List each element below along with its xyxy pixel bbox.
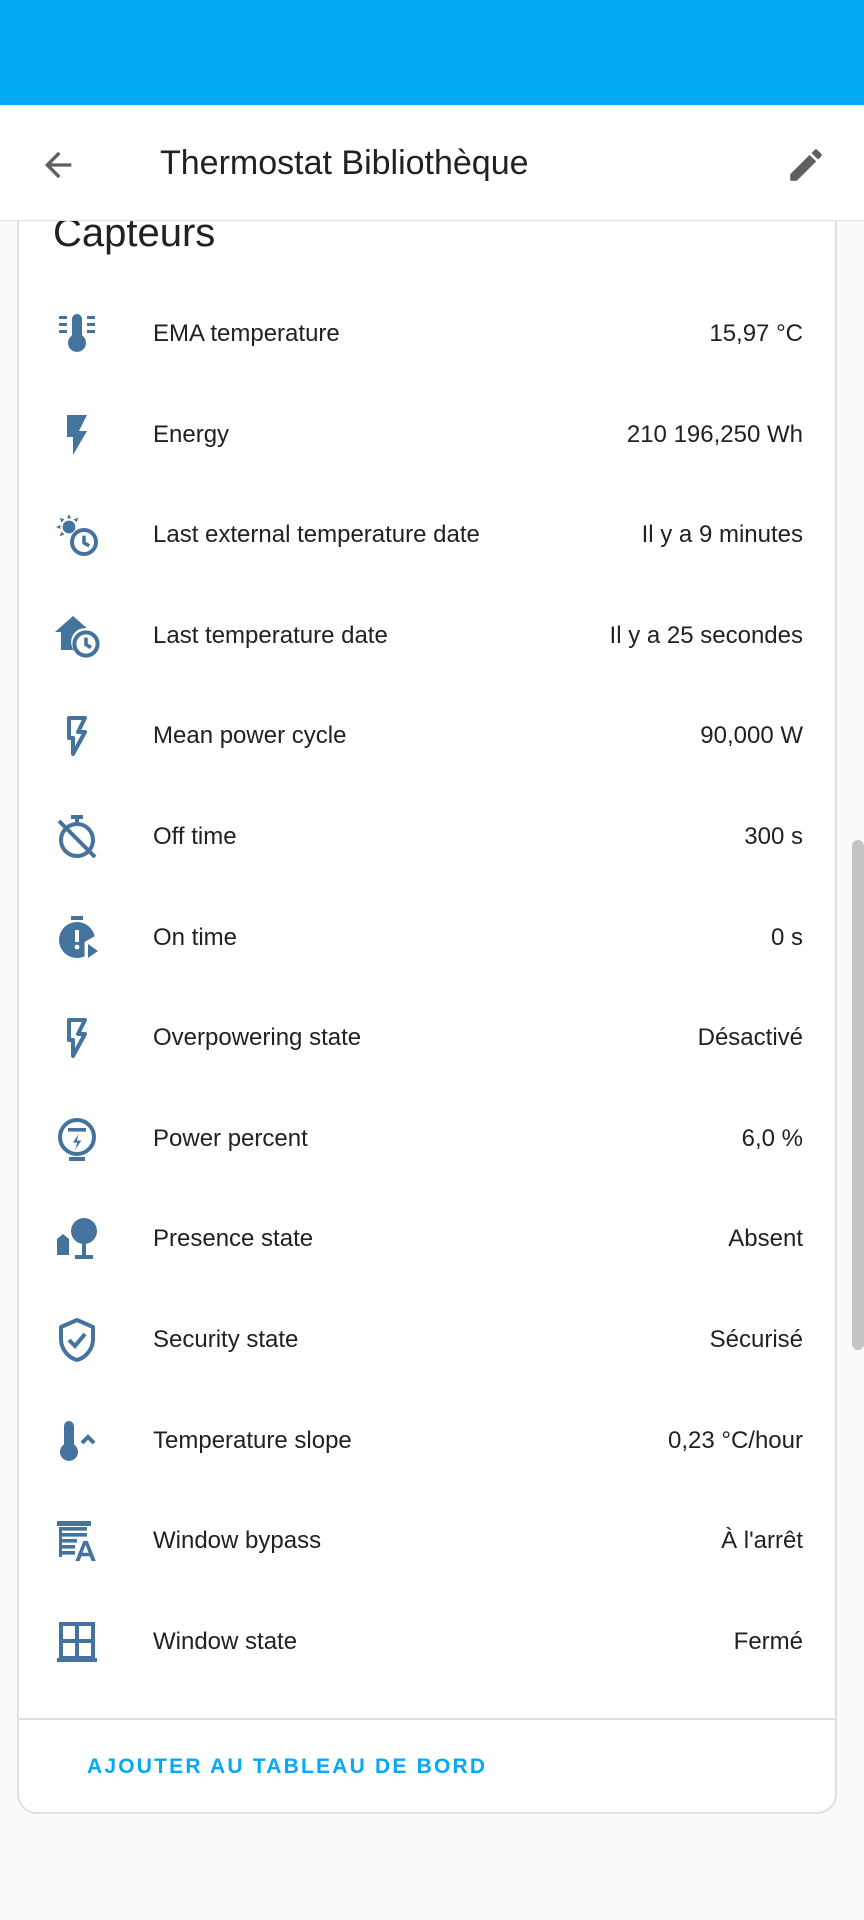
- sensor-row-window-bypass[interactable]: Window bypass À l'arrêt: [19, 1491, 835, 1592]
- thermometer-chevron-up-icon: [53, 1417, 101, 1465]
- home-tree-icon: [53, 1215, 101, 1263]
- timer-play-icon: [53, 914, 101, 962]
- sensor-row-mean-power-cycle[interactable]: Mean power cycle 90,000 W: [19, 686, 835, 787]
- sensor-label: Mean power cycle: [153, 722, 347, 750]
- sensor-value: 15,97 °C: [709, 320, 803, 347]
- edit-button[interactable]: [776, 135, 836, 195]
- thermometer-lines-icon: [53, 310, 101, 358]
- flash-outline-icon: [53, 1014, 101, 1062]
- page-title: Thermostat Bibliothèque: [160, 144, 529, 182]
- flash-icon: [53, 411, 101, 459]
- home-clock-icon: [53, 612, 101, 660]
- sensor-row-off-time[interactable]: Off time 300 s: [19, 787, 835, 888]
- sensor-value: Il y a 9 minutes: [641, 521, 803, 549]
- sensor-value: 6,0 %: [741, 1124, 803, 1152]
- sensor-value: 0,23 °C/hour: [667, 1426, 803, 1454]
- sun-clock-icon: [53, 511, 101, 559]
- status-bar: [0, 0, 864, 105]
- sensor-label: Off time: [153, 822, 237, 850]
- window-shutter-auto-icon: [53, 1517, 101, 1565]
- sensor-value: Absent: [728, 1225, 803, 1253]
- sensor-row-temperature-slope[interactable]: Temperature slope 0,23 °C/hour: [19, 1391, 835, 1492]
- shield-check-icon: [53, 1316, 101, 1364]
- sensor-list: EMA temperature 15,97 °C Energy 210 196,…: [19, 284, 835, 1692]
- meter-electric-icon: [53, 1115, 101, 1163]
- sensor-value: 90,000 W: [700, 722, 803, 750]
- sensor-value: 300 s: [744, 822, 803, 850]
- sensor-row-window-state[interactable]: Window state Fermé: [19, 1592, 835, 1693]
- sensor-label: Overpowering state: [153, 1024, 362, 1052]
- window-closed-variant-icon: [53, 1618, 101, 1666]
- app-bar: Thermostat Bibliothèque: [0, 105, 864, 221]
- sensor-label: Security state: [153, 1325, 299, 1353]
- sensor-value: Sécurisé: [709, 1325, 803, 1353]
- sensor-value: Fermé: [733, 1627, 803, 1655]
- sensor-label: Last external temperature date: [153, 521, 480, 549]
- sensor-row-last-temperature-date[interactable]: Last temperature date Il y a 25 secondes: [19, 586, 835, 687]
- sensor-label: Window bypass: [153, 1527, 322, 1555]
- sensor-label: Presence state: [153, 1225, 314, 1253]
- sensors-card: Capteurs EMA temperature 15,97 °C Energy…: [17, 150, 837, 1814]
- sensor-row-presence-state[interactable]: Presence state Absent: [19, 1189, 835, 1290]
- sensor-row-power-percent[interactable]: Power percent 6,0 %: [19, 1089, 835, 1190]
- sensor-row-ema-temperature[interactable]: EMA temperature 15,97 °C: [19, 284, 835, 385]
- sensor-value: 0 s: [770, 923, 803, 951]
- sensor-label: Energy: [153, 420, 230, 448]
- sensor-label: Temperature slope: [153, 1426, 352, 1454]
- sensor-label: On time: [153, 923, 238, 951]
- sensor-label: EMA temperature: [153, 320, 340, 347]
- sensor-label: Last temperature date: [153, 621, 388, 649]
- sensor-label: Power percent: [153, 1124, 308, 1152]
- sensor-value: Désactivé: [697, 1024, 803, 1052]
- sensor-value: À l'arrêt: [721, 1527, 803, 1555]
- sensor-row-security-state[interactable]: Security state Sécurisé: [19, 1290, 835, 1391]
- back-button[interactable]: [28, 135, 88, 195]
- sensor-value: 210 196,250 Wh: [626, 420, 803, 448]
- flash-outline-icon: [53, 712, 101, 760]
- scrollbar[interactable]: [852, 840, 864, 1350]
- sensor-row-last-external-temperature-date[interactable]: Last external temperature date Il y a 9 …: [19, 485, 835, 586]
- arrow-left-icon: [44, 151, 72, 179]
- pencil-icon: [790, 149, 822, 181]
- sensor-value: Il y a 25 secondes: [609, 621, 803, 649]
- add-to-dashboard-button[interactable]: AJOUTER AU TABLEAU DE BORD: [69, 1720, 505, 1814]
- sensor-label: Window state: [153, 1627, 298, 1655]
- sensor-row-energy[interactable]: Energy 210 196,250 Wh: [19, 385, 835, 486]
- sensor-row-overpowering-state[interactable]: Overpowering state Désactivé: [19, 988, 835, 1089]
- timer-off-icon: [53, 813, 101, 861]
- sensor-row-on-time[interactable]: On time 0 s: [19, 888, 835, 989]
